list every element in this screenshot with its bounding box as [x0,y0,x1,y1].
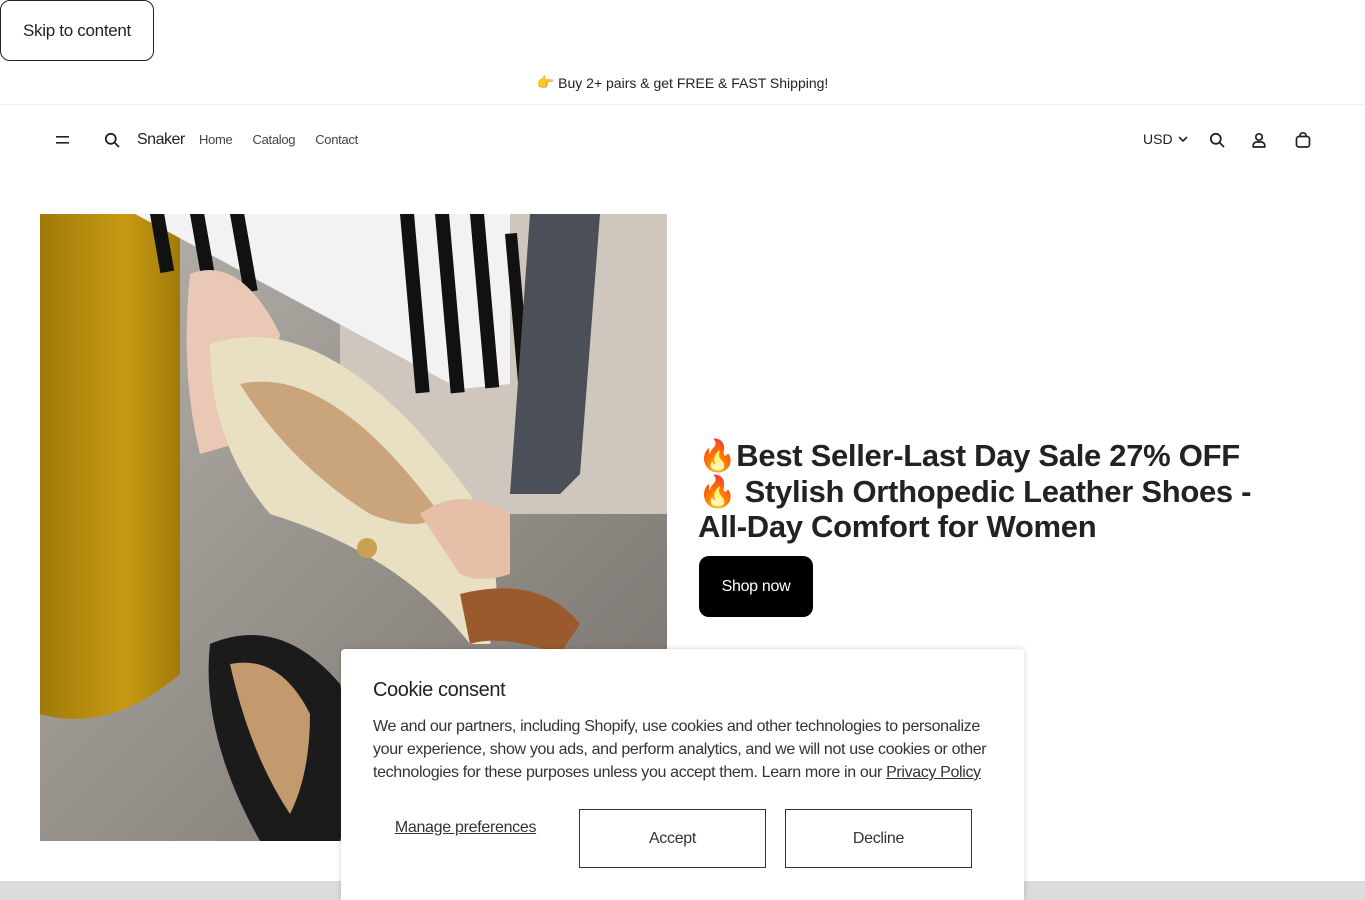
currency-selector[interactable]: USD [1143,131,1189,147]
main-nav: Home Catalog Contact [199,132,358,147]
currency-label: USD [1143,131,1173,147]
hero-title: 🔥Best Seller-Last Day Sale 27% OFF🔥 Styl… [698,438,1252,544]
pointing-hand-icon: 👉 [536,74,555,90]
accept-button[interactable]: Accept [579,809,766,868]
search-icon[interactable] [1205,128,1229,152]
search-icon[interactable] [100,128,124,152]
announcement-bar: 👉 Buy 2+ pairs & get FREE & FAST Shippin… [0,61,1365,105]
account-icon[interactable] [1247,128,1271,152]
nav-catalog[interactable]: Catalog [252,132,295,147]
nav-home[interactable]: Home [199,132,233,147]
brand-logo[interactable]: Snaker [137,131,185,149]
skip-to-content-link[interactable]: Skip to content [0,0,154,61]
privacy-policy-link[interactable]: Privacy Policy [886,764,981,781]
cookie-description: We and our partners, including Shopify, … [373,718,987,781]
decline-button[interactable]: Decline [785,809,972,868]
menu-icon[interactable] [51,128,75,152]
shop-now-button[interactable]: Shop now [699,556,813,617]
cookie-title: Cookie consent [373,679,506,701]
manage-preferences-link[interactable]: Manage preferences [373,817,558,838]
nav-contact[interactable]: Contact [315,132,358,147]
chevron-down-icon [1178,136,1187,142]
site-header: Snaker Home Catalog Contact USD [0,105,1365,175]
announcement-text: Buy 2+ pairs & get FREE & FAST Shipping! [558,74,829,91]
cookie-consent-dialog: Cookie consent We and our partners, incl… [341,649,1024,900]
cart-icon[interactable] [1291,128,1315,152]
